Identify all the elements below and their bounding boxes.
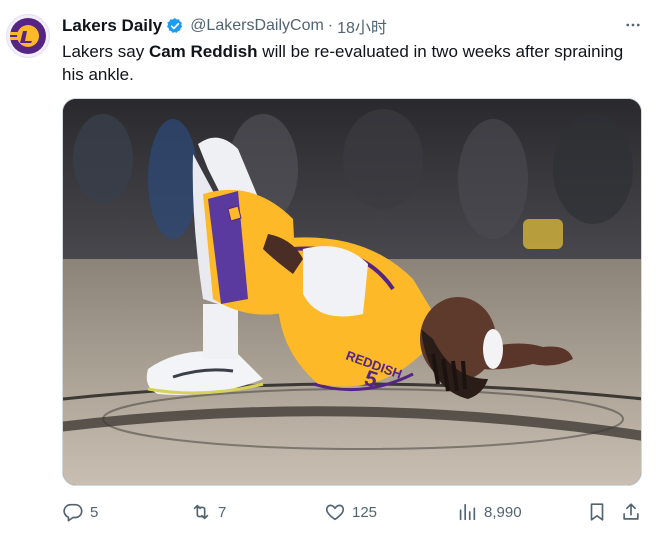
author-handle[interactable]: @LakersDailyCom bbox=[190, 17, 324, 35]
like-button[interactable]: 125 bbox=[324, 498, 377, 526]
heart-icon bbox=[325, 504, 345, 521]
share-button[interactable] bbox=[620, 498, 642, 526]
tweet-photo[interactable]: REDDISH 5 bbox=[62, 98, 642, 486]
author-name[interactable]: Lakers Daily bbox=[62, 16, 162, 36]
reply-count: 5 bbox=[90, 503, 99, 521]
bookmark-icon bbox=[590, 503, 604, 521]
tweet-text-part1: Lakers say bbox=[62, 42, 149, 61]
reply-icon bbox=[63, 503, 83, 522]
analytics-icon bbox=[459, 503, 476, 521]
views-button[interactable]: 8,990 bbox=[456, 498, 522, 526]
injured-player-photo: REDDISH 5 bbox=[63, 99, 641, 485]
reply-button[interactable]: 5 bbox=[62, 498, 98, 526]
verified-badge-icon bbox=[166, 17, 184, 35]
lakers-logo-icon bbox=[10, 18, 46, 54]
bookmark-button[interactable] bbox=[586, 498, 608, 526]
like-count: 125 bbox=[352, 503, 378, 521]
tweet-actions: 5 7 125 8,990 bbox=[62, 498, 642, 526]
view-count: 8,990 bbox=[484, 503, 522, 521]
separator-dot: · bbox=[327, 17, 334, 34]
retweet-count: 7 bbox=[218, 503, 227, 521]
tweet-text: Lakers say Cam Reddish will be re-evalua… bbox=[62, 40, 632, 86]
author-avatar[interactable] bbox=[6, 14, 50, 58]
more-options-icon[interactable] bbox=[622, 14, 644, 36]
timestamp[interactable]: 18小时 bbox=[337, 14, 387, 38]
share-icon bbox=[623, 503, 639, 520]
retweet-icon bbox=[193, 504, 209, 520]
tweet-card[interactable]: Lakers Daily @LakersDailyCom · 18小时 Lake… bbox=[0, 0, 660, 540]
tweet-text-bold-name: Cam Reddish bbox=[148, 42, 258, 61]
retweet-button[interactable]: 7 bbox=[190, 498, 226, 526]
tweet-header: Lakers Daily @LakersDailyCom · 18小时 bbox=[62, 14, 644, 38]
